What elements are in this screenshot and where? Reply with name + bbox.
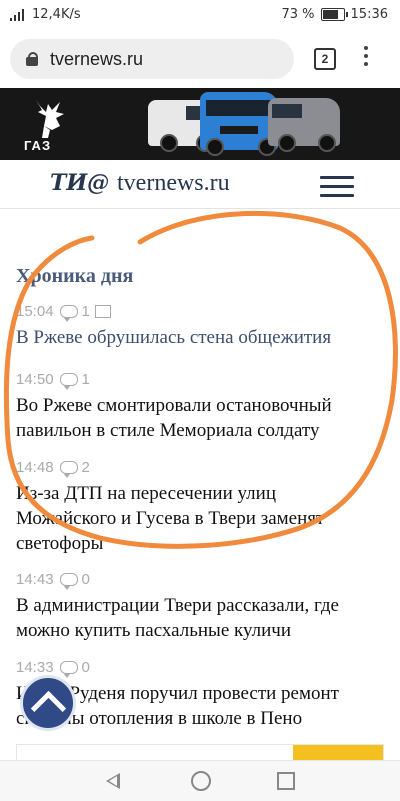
news-meta: 14:43 0: [16, 570, 366, 590]
url-text: tvernews.ru: [50, 48, 144, 69]
hamburger-menu-icon[interactable]: [320, 176, 354, 197]
scroll-to-top-button[interactable]: [20, 675, 76, 731]
news-headline-link[interactable]: В администрации Твери рассказали, где мо…: [16, 593, 366, 643]
section-title: Хроника дня: [16, 265, 134, 287]
news-meta: 14:33 0: [16, 658, 366, 678]
recent-apps-icon[interactable]: [277, 772, 295, 790]
network-speed: 12,4K/s: [32, 7, 81, 22]
comment-icon: [59, 660, 78, 678]
browser-toolbar: tvernews.ru 2: [0, 30, 400, 88]
comment-icon: [59, 372, 78, 390]
news-item[interactable]: 14:43 0 В администрации Твери рассказали…: [16, 570, 366, 643]
news-time: 15:04: [16, 302, 54, 320]
comment-count: 1: [81, 302, 90, 320]
clock: 15:36: [350, 7, 388, 22]
bottom-ad-strip[interactable]: [16, 744, 384, 761]
site-name[interactable]: tvernews.ru: [117, 170, 230, 197]
lock-icon: [26, 52, 38, 66]
chevron-up-icon: [30, 690, 66, 726]
battery-icon: [320, 8, 348, 21]
system-nav-bar: [0, 760, 400, 801]
more-menu-icon[interactable]: [362, 46, 370, 70]
news-item[interactable]: 15:04 1 В Ржеве обрушилась стена общежит…: [16, 302, 366, 350]
status-bar: 12,4K/s 73 % 15:36: [0, 0, 400, 30]
news-meta: 14:50 1: [16, 370, 366, 390]
battery-percent: 73 %: [281, 7, 315, 22]
home-icon[interactable]: [191, 771, 211, 791]
news-item[interactable]: 14:50 1 Во Ржеве смонтировали остановочн…: [16, 370, 366, 443]
site-logo[interactable]: ТИ@: [50, 170, 109, 196]
banner-ad[interactable]: ГАЗ: [0, 88, 400, 160]
comment-icon: [59, 572, 78, 590]
news-time: 14:50: [16, 370, 54, 388]
news-time: 14:43: [16, 570, 54, 588]
brand-label: ГАЗ: [24, 138, 52, 153]
news-headline-link[interactable]: Во Ржеве смонтировали остановочный павил…: [16, 393, 366, 443]
comment-count: 1: [81, 370, 90, 388]
comment-count: 0: [81, 570, 90, 588]
news-item[interactable]: 14:48 2 Из-за ДТП на пересечении улиц Мо…: [16, 458, 366, 556]
news-time: 14:48: [16, 458, 54, 476]
van-image-right: [268, 98, 340, 152]
signal-icon: [10, 8, 26, 21]
tab-switcher-button[interactable]: 2: [314, 48, 336, 70]
comment-count: 2: [81, 458, 90, 476]
news-headline-link[interactable]: Из-за ДТП на пересечении улиц Можайского…: [16, 481, 366, 556]
photo-icon: [94, 304, 111, 318]
news-meta: 14:48 2: [16, 458, 366, 478]
ad-accent: [293, 745, 383, 761]
comment-icon: [59, 304, 78, 322]
comment-icon: [59, 460, 78, 478]
news-meta: 15:04 1: [16, 302, 366, 322]
news-time: 14:33: [16, 658, 54, 676]
van-image-center: [200, 92, 278, 156]
news-headline-link[interactable]: В Ржеве обрушилась стена общежития: [16, 325, 366, 350]
site-header: ТИ@ tvernews.ru: [0, 160, 400, 209]
back-icon[interactable]: [106, 773, 120, 789]
comment-count: 0: [81, 658, 90, 676]
address-bar[interactable]: tvernews.ru: [10, 39, 294, 79]
